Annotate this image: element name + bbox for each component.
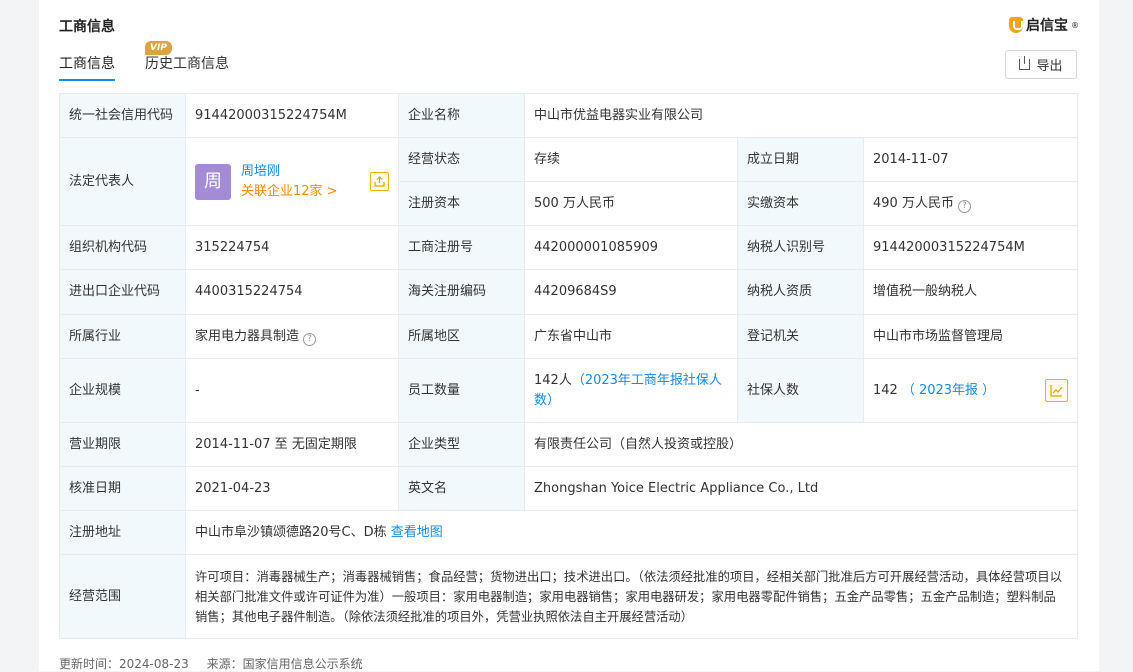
info-table: 统一社会信用代码 91442000315224754M 企业名称 中山市优益电器…	[59, 93, 1078, 639]
help-icon[interactable]: ?	[303, 332, 317, 346]
company-name-label: 企业名称	[398, 93, 525, 138]
shield-icon	[1009, 17, 1023, 33]
status-value: 存续	[524, 137, 738, 182]
employees-value: 142人	[534, 372, 572, 388]
org-code-value: 315224754	[185, 225, 399, 270]
tab-business-info[interactable]: 工商信息	[59, 53, 115, 81]
social-label: 社保人数	[737, 358, 864, 423]
approval-value: 2021-04-23	[185, 466, 399, 511]
taxpayer-qual-value: 增值税一般纳税人	[863, 269, 1078, 315]
legal-rep-name-link[interactable]: 周培刚	[241, 162, 338, 182]
avatar[interactable]: 周	[195, 163, 231, 200]
customs-value: 44209684S9	[524, 269, 738, 315]
industry-label: 所属行业	[59, 314, 186, 359]
footer: 更新时间：2024-08-23 来源：国家信用信息公示系统	[59, 655, 377, 672]
authority-label: 登记机关	[737, 314, 864, 359]
business-info-card: 工商信息 启信宝 ® 工商信息 VIP 历史工商信息 导出 统一社会信用代码 91…	[39, 0, 1099, 671]
related-companies-link[interactable]: 关联企业12家 >	[241, 182, 338, 202]
biz-reg-no-label: 工商注册号	[398, 225, 525, 270]
table-row: 统一社会信用代码 91442000315224754M 企业名称 中山市优益电器…	[59, 93, 1078, 138]
scope-label: 经营范围	[59, 554, 186, 639]
english-name-value: Zhongshan Yoice Electric Appliance Co., …	[524, 466, 1078, 511]
table-row: 组织机构代码 315224754 工商注册号 442000001085909 纳…	[59, 225, 1078, 270]
industry-value: 家用电力器具制造	[195, 328, 300, 344]
reg-capital-value: 500 万人民币	[524, 181, 738, 226]
table-row: 注册地址 中山市阜沙镇颂德路20号C、D栋 查看地图	[59, 510, 1078, 555]
authority-value: 中山市市场监督管理局	[863, 314, 1078, 359]
export-button[interactable]: 导出	[1005, 50, 1077, 79]
employees-label: 员工数量	[398, 358, 525, 423]
address-cell: 中山市阜沙镇颂德路20号C、D栋 查看地图	[185, 510, 1078, 555]
address-value: 中山市阜沙镇颂德路20号C、D栋	[195, 524, 387, 540]
region-value: 广东省中山市	[524, 314, 738, 359]
social-value: 142	[873, 382, 898, 398]
table-row: 营业期限 2014-11-07 至 无固定期限 企业类型 有限责任公司（自然人投…	[59, 422, 1078, 467]
table-row: 企业规模 - 员工数量 142人（2023年工商年报社保人数） 社保人数 142…	[59, 358, 1078, 423]
paid-capital-label: 实缴资本	[737, 181, 864, 226]
region-label: 所属地区	[398, 314, 525, 359]
english-name-label: 英文名	[398, 466, 525, 511]
view-map-link[interactable]: 查看地图	[391, 525, 443, 540]
table-row: 核准日期 2021-04-23 英文名 Zhongshan Yoice Elec…	[59, 466, 1078, 511]
scope-value: 许可项目：消毒器械生产；消毒器械销售；食品经营；货物进出口；技术进出口。（依法须…	[185, 554, 1078, 639]
legal-rep-cell: 周 周培刚 关联企业12家 >	[185, 137, 399, 226]
help-icon[interactable]: ?	[957, 199, 971, 213]
section-title: 工商信息	[59, 19, 115, 35]
legal-rep-label: 法定代表人	[59, 137, 186, 226]
update-time: 更新时间：2024-08-23	[59, 657, 189, 671]
paid-capital-value: 490 万人民币	[873, 195, 954, 211]
download-icon	[1019, 56, 1031, 70]
type-value: 有限责任公司（自然人投资或控股）	[524, 422, 1078, 467]
paid-capital-cell: 490 万人民币?	[863, 181, 1078, 226]
credit-code-value: 91442000315224754M	[185, 93, 399, 138]
import-export-value: 4400315224754	[185, 269, 399, 315]
table-row: 法定代表人 周 周培刚 关联企业12家 > 经营状态 存续 成立日期 2014-…	[59, 137, 1078, 226]
type-label: 企业类型	[398, 422, 525, 467]
status-label: 经营状态	[398, 137, 525, 182]
company-name-value: 中山市优益电器实业有限公司	[524, 93, 1078, 138]
social-report-link[interactable]: （ 2023年报 ）	[902, 381, 995, 401]
credit-code-label: 统一社会信用代码	[59, 93, 186, 138]
table-row: 经营范围 许可项目：消毒器械生产；消毒器械销售；食品经营；货物进出口；技术进出口…	[59, 554, 1078, 639]
chart-trend-icon[interactable]	[1045, 379, 1068, 402]
data-source: 来源：国家信用信息公示系统	[206, 657, 363, 671]
employees-cell: 142人（2023年工商年报社保人数）	[524, 358, 738, 423]
industry-cell: 家用电力器具制造?	[185, 314, 399, 359]
table-row: 进出口企业代码 4400315224754 海关注册编码 44209684S9 …	[59, 269, 1078, 315]
tab-history-info[interactable]: 历史工商信息	[145, 53, 229, 73]
founded-value: 2014-11-07	[863, 137, 1078, 182]
table-row: 所属行业 家用电力器具制造? 所属地区 广东省中山市 登记机关 中山市市场监督管…	[59, 314, 1078, 359]
approval-label: 核准日期	[59, 466, 186, 511]
scale-value: -	[185, 358, 399, 423]
social-cell: 142 （ 2023年报 ）	[863, 358, 1078, 423]
taxpayer-id-label: 纳税人识别号	[737, 225, 864, 270]
biz-reg-no-value: 442000001085909	[524, 225, 738, 270]
share-icon[interactable]	[370, 172, 389, 191]
founded-label: 成立日期	[737, 137, 864, 182]
customs-label: 海关注册编码	[398, 269, 525, 315]
import-export-label: 进出口企业代码	[59, 269, 186, 315]
org-code-label: 组织机构代码	[59, 225, 186, 270]
taxpayer-qual-label: 纳税人资质	[737, 269, 864, 315]
brand-logo: 启信宝 ®	[1009, 15, 1079, 35]
address-label: 注册地址	[59, 510, 186, 555]
scale-label: 企业规模	[59, 358, 186, 423]
reg-capital-label: 注册资本	[398, 181, 525, 226]
term-label: 营业期限	[59, 422, 186, 467]
taxpayer-id-value: 91442000315224754M	[863, 225, 1078, 270]
term-value: 2014-11-07 至 无固定期限	[185, 422, 399, 467]
